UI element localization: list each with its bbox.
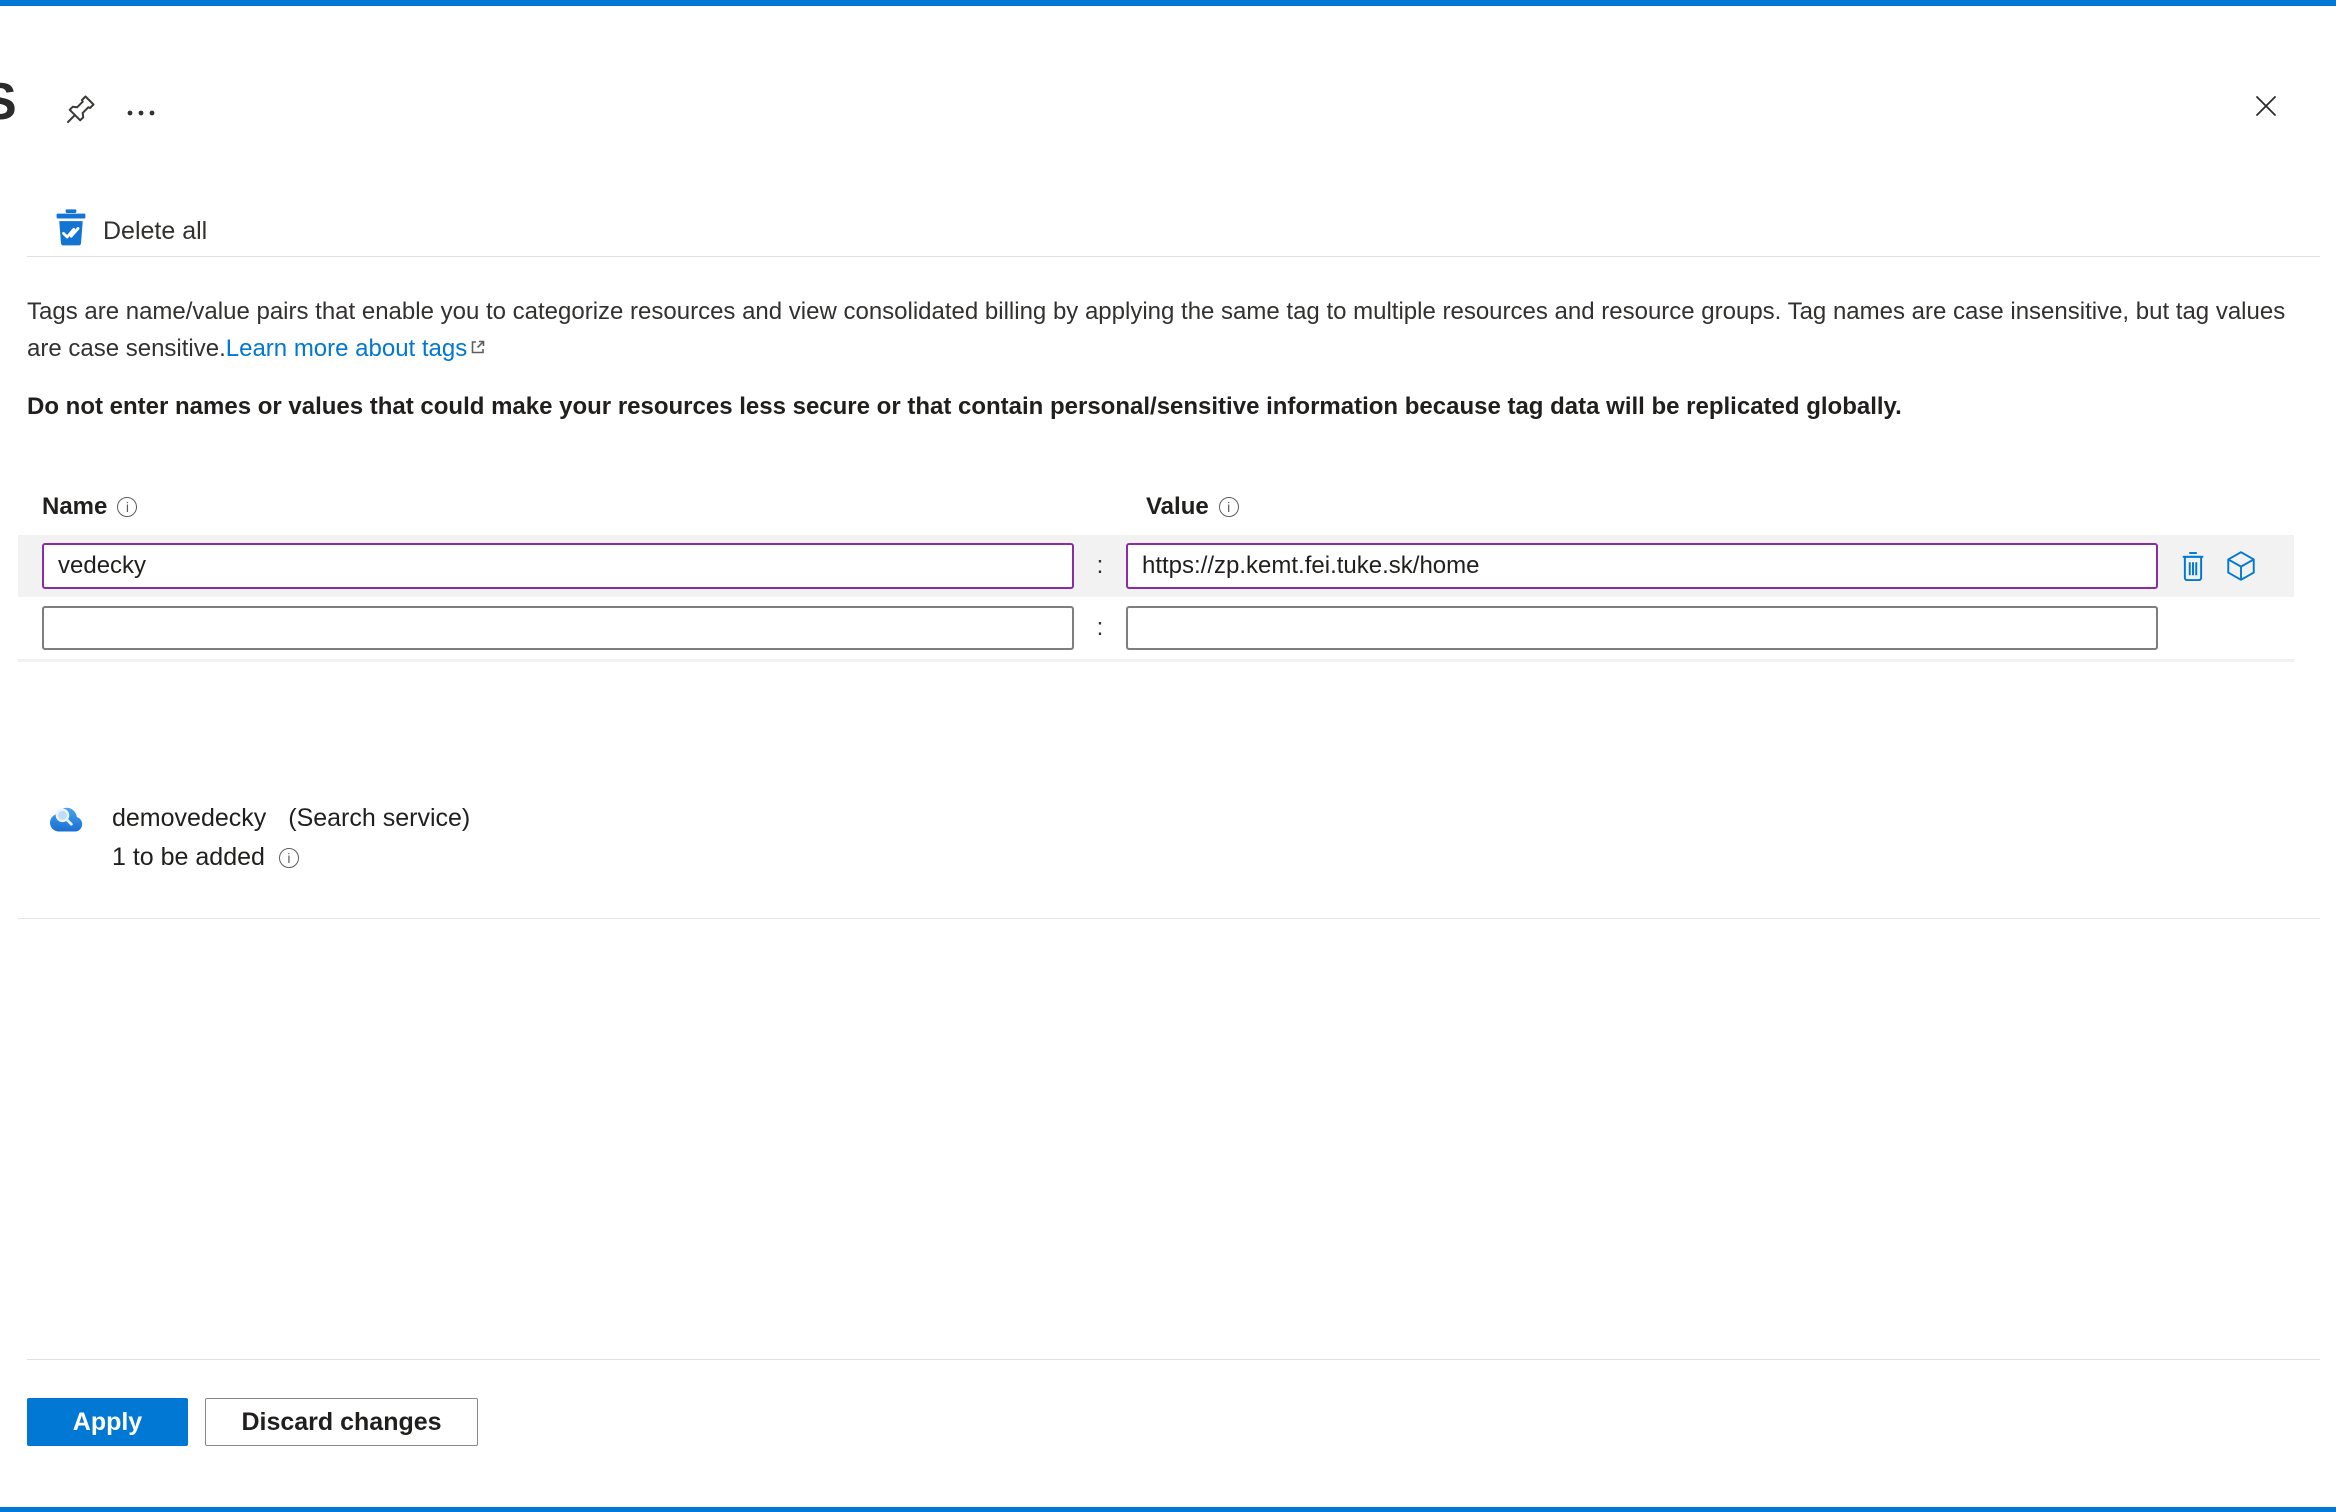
bottom-accent-bar	[0, 1507, 2336, 1512]
tags-warning: Do not enter names or values that could …	[27, 393, 1902, 420]
cube-icon	[2224, 551, 2258, 586]
resource-type: (Search service)	[288, 804, 471, 832]
tag-value-input-1[interactable]	[1126, 543, 2158, 589]
apply-button[interactable]: Apply	[27, 1398, 188, 1446]
resource-summary: demovedecky (Search service) 1 to be adde…	[40, 802, 2336, 872]
resource-pending-line: 1 to be added i	[112, 843, 470, 872]
tag-value-input-2[interactable]	[1126, 606, 2158, 650]
trash-icon	[2180, 552, 2206, 585]
resource-name-line: demovedecky (Search service)	[112, 804, 470, 833]
external-link-icon	[469, 330, 487, 367]
learn-more-link[interactable]: Learn more about tags	[226, 335, 468, 362]
name-info-icon[interactable]: i	[117, 497, 138, 517]
tag-name-input-1[interactable]	[42, 543, 1074, 589]
grid-bottom-divider	[18, 659, 2294, 662]
tag-column-headers: Name i Value i	[18, 491, 2336, 523]
tag-resource-cube-button[interactable]	[2222, 547, 2260, 585]
name-column-header: Name	[42, 493, 108, 520]
command-bar: Delete all	[55, 206, 2336, 256]
delete-all-checked-trash-icon	[55, 209, 87, 253]
pending-info-icon[interactable]: i	[278, 847, 299, 868]
close-blade-button[interactable]	[2248, 88, 2284, 127]
empty-area	[0, 919, 2336, 1359]
tag-row-1: :	[18, 535, 2294, 597]
delete-all-button[interactable]: Delete all	[55, 209, 207, 253]
tag-name-input-2[interactable]	[42, 606, 1074, 650]
value-column-header: Value	[1146, 493, 1209, 520]
tag-editor-grid: :	[18, 535, 2294, 659]
cloud-search-icon	[40, 802, 86, 872]
tags-description: Tags are name/value pairs that enable yo…	[27, 293, 2319, 367]
tag-row-2: :	[18, 597, 2294, 659]
value-info-icon[interactable]: i	[1218, 497, 1239, 517]
discard-changes-button[interactable]: Discard changes	[205, 1398, 478, 1446]
more-ellipsis-icon	[126, 106, 156, 121]
pin-button[interactable]	[60, 88, 102, 133]
command-bar-divider	[27, 256, 2320, 257]
delete-all-label: Delete all	[103, 216, 208, 245]
more-options-button[interactable]	[122, 102, 160, 125]
footer-divider	[27, 1359, 2320, 1360]
pending-changes-text: 1 to be added	[112, 843, 265, 871]
name-value-separator: :	[1096, 614, 1104, 641]
close-icon	[2252, 96, 2280, 123]
resource-name: demovedecky	[112, 804, 267, 832]
pin-icon	[64, 95, 98, 129]
blade-title-partial: S	[0, 72, 17, 132]
footer-actions: Apply Discard changes	[27, 1398, 2336, 1446]
name-value-separator: :	[1096, 552, 1104, 579]
blade-header: S	[0, 6, 2336, 134]
delete-tag-row-button[interactable]	[2178, 548, 2208, 584]
